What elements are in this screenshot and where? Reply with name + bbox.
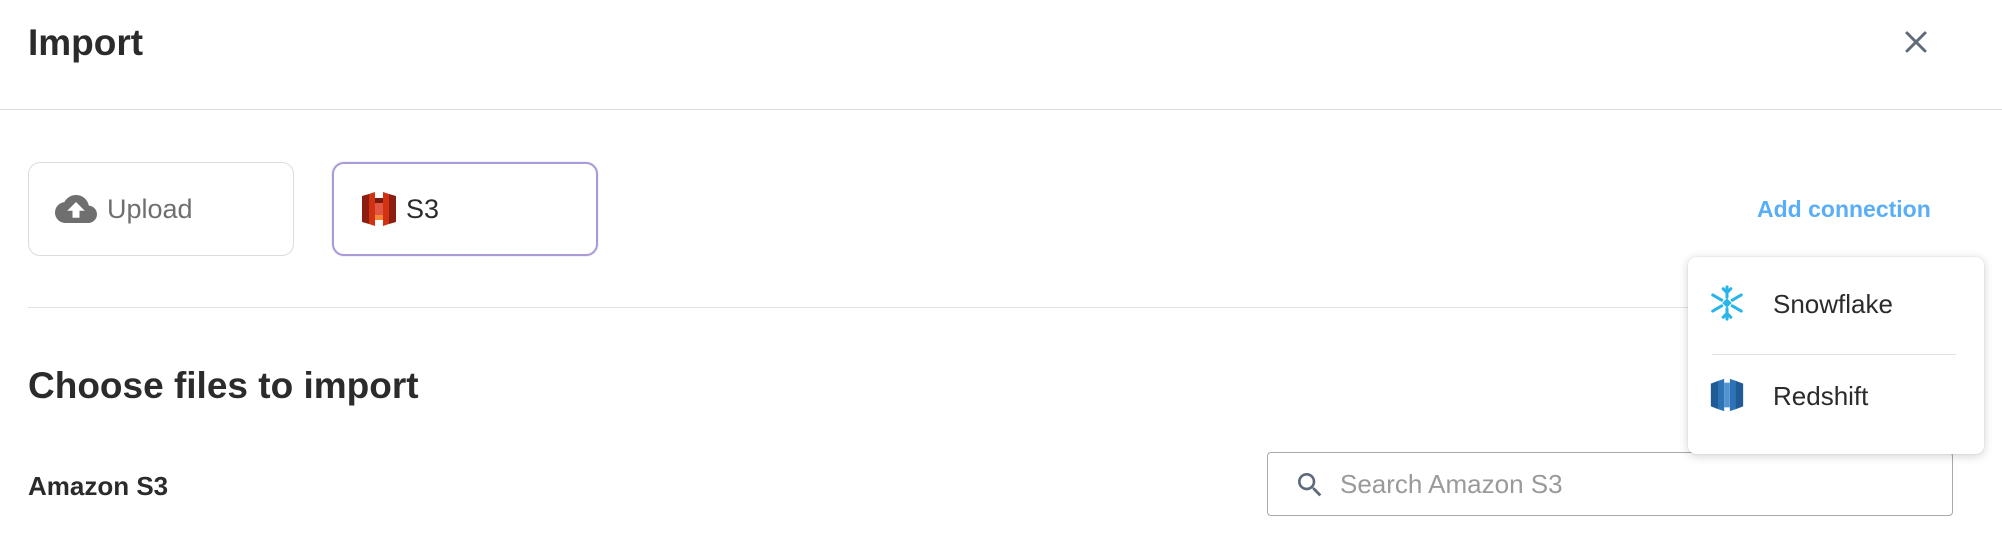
upload-source-button[interactable]: Upload (28, 162, 294, 256)
search-input[interactable] (1340, 463, 1930, 505)
source-label: Amazon S3 (28, 471, 169, 501)
s3-source-button[interactable]: S3 (332, 162, 598, 256)
page-title: Import (28, 22, 144, 63)
close-icon (1905, 31, 1927, 53)
cloud-upload-icon (55, 188, 97, 230)
s3-label: S3 (406, 193, 440, 224)
upload-label: Upload (107, 193, 193, 224)
search-field[interactable] (1267, 452, 1953, 516)
menu-item-snowflake[interactable]: Snowflake (1688, 259, 1984, 349)
modal-header: Import (0, 0, 2002, 110)
snowflake-icon (1711, 285, 1743, 321)
search-icon (1298, 473, 1322, 497)
menu-item-label: Redshift (1773, 381, 1869, 411)
add-connection-link[interactable]: Add connection (1757, 196, 1931, 223)
amazon-s3-icon (358, 188, 400, 230)
section-divider (28, 307, 1968, 308)
menu-item-label: Snowflake (1773, 289, 1893, 319)
section-title: Choose files to import (28, 365, 419, 406)
connection-menu: Snowflake Redshift (1688, 257, 1984, 454)
close-button[interactable] (1896, 22, 1936, 62)
redshift-icon (1710, 378, 1744, 412)
menu-item-redshift[interactable]: Redshift (1688, 351, 1984, 441)
